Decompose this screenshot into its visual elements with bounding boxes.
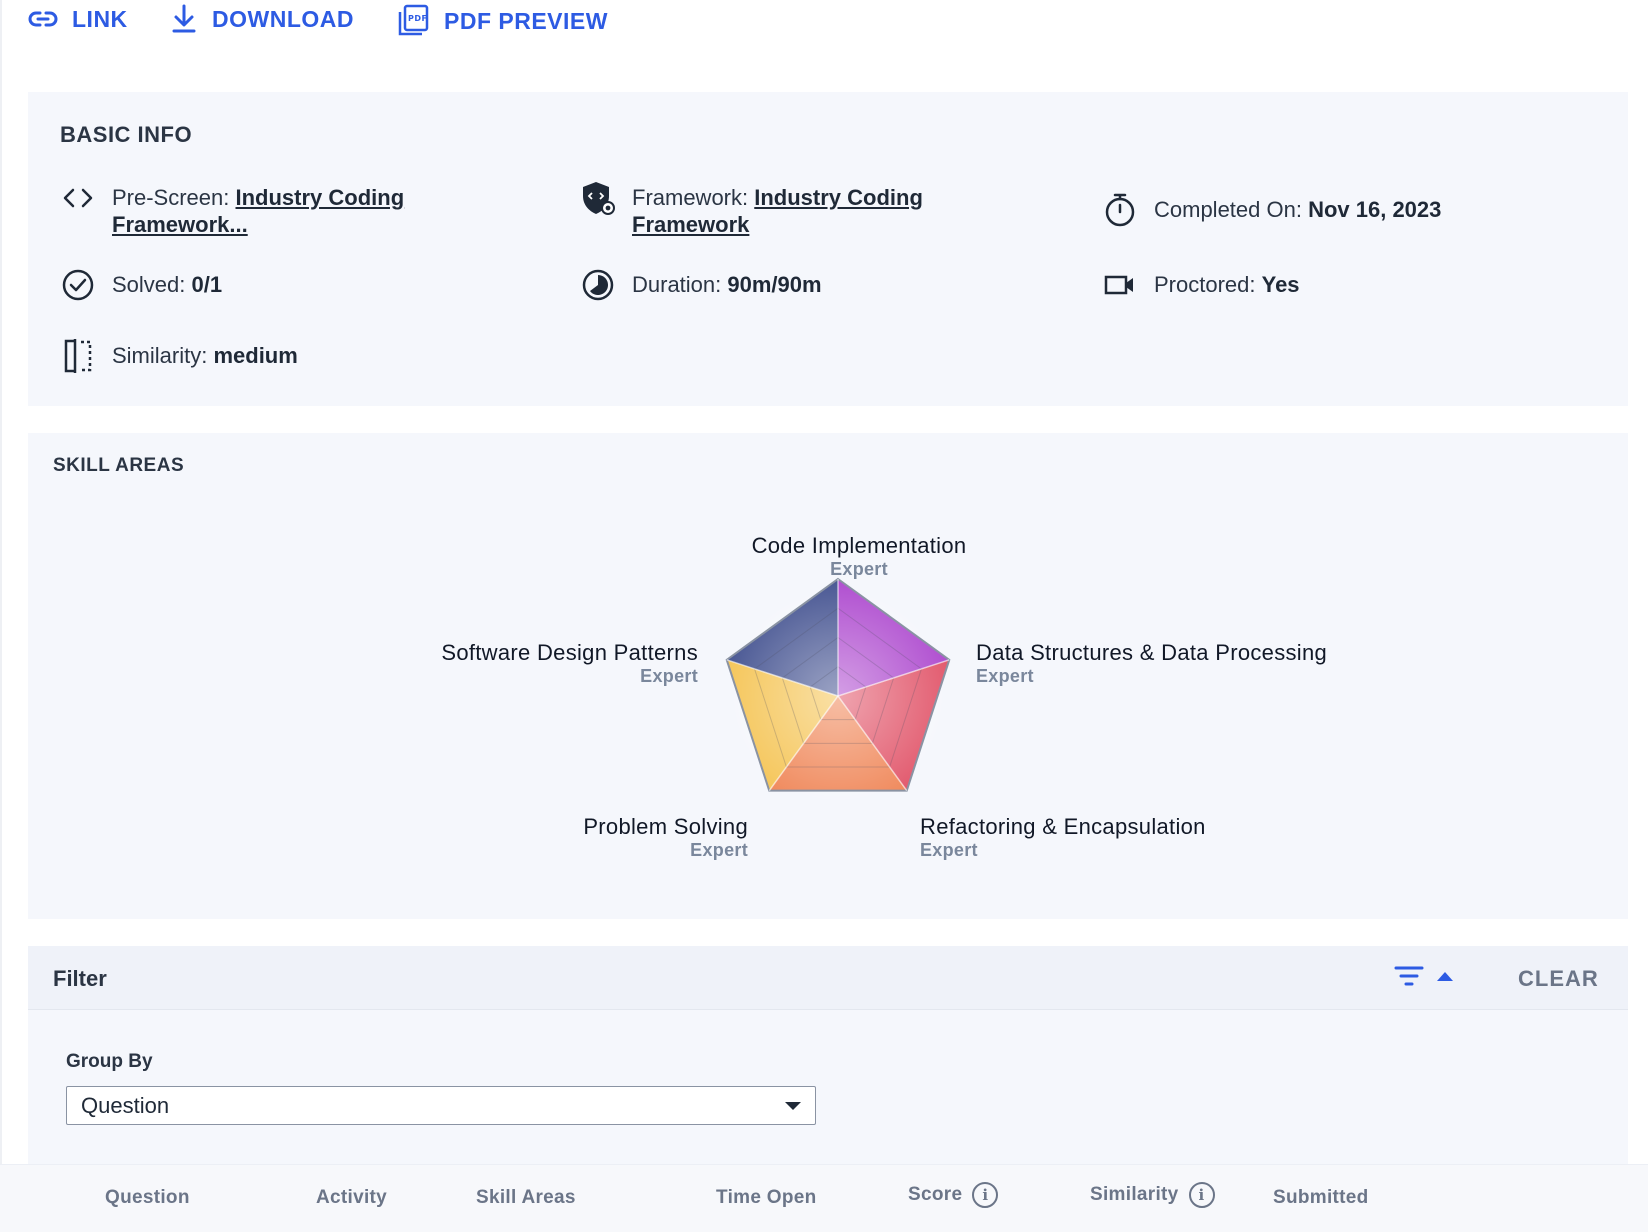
framework-label: Framework: — [632, 185, 755, 210]
framework-text: Framework: Industry Coding Framework — [632, 184, 923, 238]
info-icon[interactable]: i — [972, 1182, 999, 1208]
column-activity[interactable]: Activity — [316, 1187, 387, 1209]
clock-pie-icon — [580, 267, 616, 303]
skill-label-software-design: Software Design Patterns Expert — [298, 641, 698, 687]
column-time-open[interactable]: Time Open — [716, 1187, 817, 1209]
pdf-preview-button[interactable]: PDF PDF PREVIEW — [396, 4, 608, 38]
skill-level: Expert — [690, 840, 748, 860]
framework-item: Framework: Industry Coding Framework — [580, 182, 923, 238]
skill-name: Problem Solving — [583, 814, 748, 839]
link-icon — [28, 11, 58, 27]
solved-text: Solved: 0/1 — [112, 271, 222, 298]
proctored-text: Proctored: Yes — [1154, 271, 1300, 298]
solved-label: Solved: — [112, 272, 192, 297]
skill-areas-title: SKILL AREAS — [53, 455, 185, 476]
code-icon — [60, 180, 96, 216]
prescreen-item: Pre-Screen: Industry Coding Framework... — [60, 184, 404, 238]
download-label: DOWNLOAD — [212, 5, 354, 32]
column-submitted[interactable]: Submitted — [1273, 1187, 1369, 1209]
chevron-down-icon — [785, 1102, 801, 1110]
filter-lines-icon — [1394, 966, 1424, 986]
check-circle-icon — [60, 267, 96, 303]
duration-label: Duration: — [632, 272, 728, 297]
column-skill-areas[interactable]: Skill Areas — [476, 1187, 576, 1209]
similarity-value: medium — [213, 343, 298, 368]
prescreen-text: Pre-Screen: Industry Coding Framework... — [112, 184, 404, 238]
left-edge-divider — [0, 0, 2, 1232]
basic-info-card: BASIC INFO Pre-Screen: Industry Coding Fr… — [28, 92, 1628, 406]
skill-level: Expert — [920, 840, 978, 860]
column-similarity[interactable]: Similarity i — [1090, 1182, 1215, 1208]
skill-level: Expert — [640, 666, 698, 686]
video-camera-icon — [1102, 267, 1138, 303]
download-button[interactable]: DOWNLOAD — [170, 4, 354, 34]
completed-item: Completed On: Nov 16, 2023 — [1102, 193, 1441, 228]
similarity-text: Similarity: medium — [112, 342, 298, 369]
clear-button[interactable]: CLEAR — [1518, 966, 1599, 992]
group-by-select[interactable]: Question — [66, 1086, 816, 1125]
similarity-label: Similarity: — [112, 343, 214, 368]
completed-text: Completed On: Nov 16, 2023 — [1154, 196, 1441, 223]
skill-name: Code Implementation — [751, 533, 967, 558]
filter-title: Filter — [53, 966, 107, 991]
column-score[interactable]: Score i — [908, 1182, 999, 1208]
skill-label-data-structures: Data Structures & Data Processing Expert — [976, 641, 1327, 687]
proctored-value: Yes — [1261, 272, 1300, 297]
table-header: Question Activity Skill Areas Time Open … — [0, 1164, 1648, 1232]
duration-item: Duration: 90m/90m — [580, 269, 822, 303]
completed-value: Nov 16, 2023 — [1308, 197, 1442, 222]
filter-header: Filter CLEAR — [28, 946, 1628, 1010]
info-icon[interactable]: i — [1188, 1182, 1215, 1208]
skill-label-refactoring: Refactoring & Encapsulation Expert — [920, 815, 1206, 861]
top-toolbar: LINK DOWNLOAD PDF PDF PREVIEW — [0, 0, 1648, 60]
caret-up-icon — [1437, 972, 1453, 981]
skill-name: Data Structures & Data Processing — [976, 640, 1328, 665]
duration-text: Duration: 90m/90m — [632, 271, 822, 298]
group-by-value: Question — [81, 1093, 170, 1118]
proctored-item: Proctored: Yes — [1102, 271, 1300, 303]
download-icon — [172, 4, 196, 33]
compare-icon — [60, 338, 96, 374]
link-label: LINK — [72, 5, 128, 32]
skill-level: Expert — [976, 666, 1034, 686]
filter-panel: Filter CLEAR Group By Question — [28, 946, 1628, 1164]
solved-item: Solved: 0/1 — [60, 269, 222, 303]
similarity-item: Similarity: medium — [60, 339, 298, 374]
skill-name: Refactoring & Encapsulation — [920, 814, 1206, 839]
proctored-label: Proctored: — [1154, 272, 1262, 297]
skill-label-problem-solving: Problem Solving Expert — [398, 815, 748, 861]
pdf-preview-label: PDF PREVIEW — [444, 7, 608, 34]
link-button[interactable]: LINK — [28, 4, 128, 34]
skill-level: Expert — [830, 559, 888, 579]
skill-label-code-implementation: Code Implementation Expert — [674, 534, 1044, 580]
completed-label: Completed On: — [1154, 197, 1309, 222]
column-question[interactable]: Question — [105, 1187, 190, 1209]
filter-toggle[interactable] — [1394, 964, 1454, 988]
stopwatch-icon — [1102, 192, 1138, 228]
group-by-label: Group By — [66, 1051, 153, 1072]
prescreen-label: Pre-Screen: — [112, 185, 236, 210]
skill-areas-card: SKILL AREAS Code Implementation Expert D… — [28, 433, 1628, 919]
shield-code-icon — [580, 180, 616, 216]
skill-radar-chart — [721, 577, 955, 813]
skill-name: Software Design Patterns — [441, 640, 698, 665]
basic-info-title: BASIC INFO — [60, 122, 193, 147]
pdf-icon-text: PDF — [408, 14, 427, 23]
solved-value: 0/1 — [191, 272, 223, 297]
pdf-icon: PDF — [398, 4, 429, 36]
duration-value: 90m/90m — [727, 272, 822, 297]
